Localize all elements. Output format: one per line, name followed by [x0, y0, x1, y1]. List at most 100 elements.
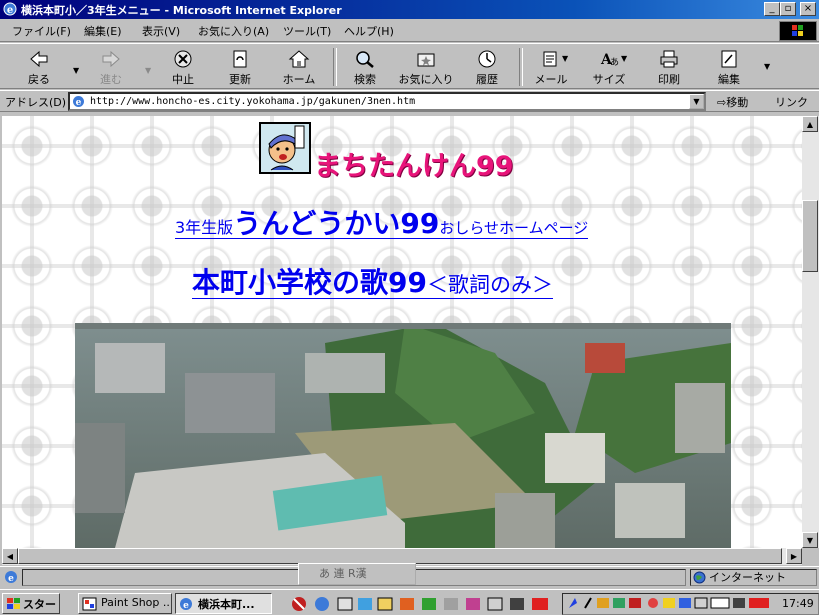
mail-icon — [543, 51, 557, 67]
favorites-label: お気に入り — [398, 73, 454, 86]
kid-mascot-icon — [259, 122, 311, 174]
size-dropdown-icon[interactable]: ▼ — [621, 54, 627, 63]
forward-button[interactable]: 進む — [86, 47, 136, 87]
menu-help[interactable]: ヘルプ(H) — [344, 23, 394, 39]
go-button[interactable]: ⇨移動 — [717, 94, 748, 110]
edit-label: 編集 — [718, 73, 740, 86]
scroll-right-icon[interactable]: ▶ — [786, 548, 802, 564]
go-label: 移動 — [726, 96, 749, 109]
edit-page-icon — [721, 50, 737, 68]
page-content[interactable]: まちたんけん99 3年生版うんどうかい99おしらせホームページ 本町小学校の歌9… — [2, 116, 802, 548]
start-label: スタート — [23, 598, 59, 611]
undokai-main: うんどうかい99 — [233, 207, 440, 240]
forward-dropdown-icon[interactable]: ▼ — [145, 66, 151, 75]
ime-toolbar[interactable]: あ 連 R漢 — [298, 563, 416, 585]
home-icon — [288, 50, 310, 68]
home-button[interactable]: ホーム — [274, 47, 324, 87]
vertical-scrollbar[interactable]: ▲ ▼ — [802, 116, 819, 548]
clock: 17:49 — [782, 597, 814, 610]
history-button[interactable]: 履歴 — [462, 47, 512, 87]
refresh-icon — [233, 50, 247, 68]
address-bar: アドレス(D) e http://www.honcho-es.city.yoko… — [0, 90, 819, 112]
toolbar-separator — [519, 48, 523, 86]
home-label: ホーム — [282, 73, 316, 86]
stop-label: 中止 — [172, 73, 194, 86]
favorites-folder-icon — [417, 53, 435, 67]
back-dropdown-icon[interactable]: ▼ — [73, 66, 79, 75]
zone-pane: インターネット — [690, 569, 817, 586]
toolbar-overflow-icon[interactable]: ▼ — [764, 62, 770, 71]
task-paintshop[interactable]: Paint Shop ... — [78, 593, 172, 614]
page-status-icon: e — [5, 571, 17, 584]
aerial-town-photo — [75, 323, 731, 548]
undokai-link[interactable]: 3年生版うんどうかい99おしらせホームページ — [175, 202, 589, 240]
site-title: まちたんけん99 — [314, 151, 514, 182]
edit-button[interactable]: 編集 — [704, 47, 754, 87]
ie-task-icon: e — [180, 598, 192, 611]
undokai-suffix: おしらせホームページ — [439, 219, 589, 237]
stop-button[interactable]: 中止 — [158, 47, 208, 87]
school-song-suffix: ＜歌詞のみ＞ — [426, 273, 553, 297]
search-label: 検索 — [354, 73, 376, 86]
task-ie[interactable]: e 横浜本町... — [175, 593, 272, 614]
links-button[interactable]: リンク — [775, 94, 808, 110]
maximize-button[interactable]: ▫ — [780, 2, 796, 16]
print-button[interactable]: 印刷 — [644, 47, 694, 87]
address-url: http://www.honcho-es.city.yokohama.jp/ga… — [90, 96, 416, 107]
go-arrow-icon: ⇨ — [717, 96, 727, 109]
forward-label: 進む — [100, 73, 122, 86]
menu-file[interactable]: ファイル(F) — [12, 23, 71, 39]
task-ie-label: 横浜本町... — [198, 598, 255, 611]
back-button[interactable]: 戻る — [14, 47, 64, 87]
svg-text:e: e — [7, 5, 13, 16]
refresh-button[interactable]: 更新 — [215, 47, 265, 87]
menu-favorites[interactable]: お気に入り(A) — [198, 23, 269, 39]
ime-status: あ 連 R漢 — [319, 567, 367, 580]
mail-label: メール — [534, 73, 568, 86]
history-label: 履歴 — [476, 73, 498, 86]
title-bar[interactable]: e 横浜本町小／3年生メニュー - Microsoft Internet Exp… — [0, 0, 819, 19]
menu-edit[interactable]: 編集(E) — [84, 23, 122, 39]
standard-toolbar: 戻る ▼ 進む ▼ 中止 更新 ホーム 検索 お気に入り 履歴 メール ▼ Aあ… — [0, 43, 819, 89]
forward-arrow-icon — [102, 50, 120, 68]
school-song-link[interactable]: 本町小学校の歌99＜歌詞のみ＞ — [192, 261, 553, 299]
address-label: アドレス(D) — [5, 96, 67, 109]
task-paintshop-label: Paint Shop ... — [101, 596, 172, 609]
system-tray: 17:49 — [562, 593, 819, 615]
start-button[interactable]: スタート — [2, 593, 60, 614]
globe-icon — [693, 571, 706, 584]
taskbar: スタート Paint Shop ... e 横浜本町... — [0, 589, 819, 615]
scroll-left-icon[interactable]: ◀ — [2, 548, 18, 564]
menu-tools[interactable]: ツール(T) — [283, 23, 331, 39]
ie-icon: e — [3, 2, 17, 16]
svg-text:あ: あ — [610, 57, 619, 68]
scroll-corner — [802, 548, 819, 565]
favorites-button[interactable]: お気に入り — [398, 47, 454, 87]
mail-button[interactable]: メール — [526, 47, 576, 87]
zone-label: インターネット — [709, 571, 786, 584]
quick-launch-icons[interactable] — [290, 595, 555, 613]
school-song-main: 本町小学校の歌99 — [192, 266, 427, 299]
mail-dropdown-icon[interactable]: ▼ — [562, 54, 568, 63]
vertical-scroll-thumb[interactable] — [802, 200, 818, 272]
search-button[interactable]: 検索 — [340, 47, 390, 87]
windows-logo-icon — [779, 21, 817, 41]
address-dropdown-icon[interactable]: ▼ — [689, 94, 704, 109]
toolbar-separator — [333, 48, 337, 86]
svg-text:e: e — [183, 601, 189, 611]
stop-icon — [174, 50, 192, 68]
scroll-down-icon[interactable]: ▼ — [802, 532, 818, 548]
windows-flag-icon — [7, 598, 20, 609]
back-label: 戻る — [28, 73, 50, 86]
refresh-label: 更新 — [229, 73, 251, 86]
minimize-button[interactable]: _ — [764, 2, 780, 16]
print-label: 印刷 — [658, 73, 680, 86]
tray-icons[interactable] — [565, 595, 775, 611]
size-button[interactable]: Aあ サイズ — [584, 47, 634, 87]
address-input[interactable]: e http://www.honcho-es.city.yokohama.jp/… — [68, 92, 706, 111]
horizontal-scroll-thumb[interactable] — [18, 548, 782, 564]
scroll-up-icon[interactable]: ▲ — [802, 116, 818, 132]
close-button[interactable]: × — [800, 2, 816, 16]
menu-view[interactable]: 表示(V) — [142, 23, 180, 39]
history-icon — [478, 50, 496, 68]
